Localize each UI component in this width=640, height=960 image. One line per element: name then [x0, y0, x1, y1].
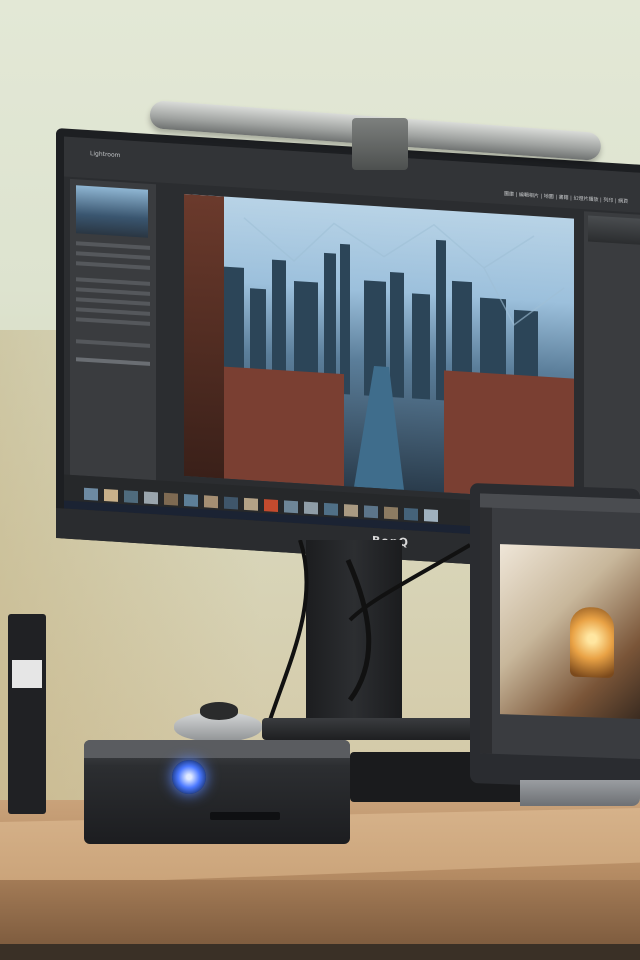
laptop-screen [480, 493, 640, 759]
filmstrip-thumb[interactable] [324, 502, 338, 516]
filmstrip-thumb[interactable] [384, 506, 398, 520]
photoshop-canvas [500, 544, 640, 719]
filmstrip-thumb[interactable] [244, 497, 258, 511]
laptop [470, 483, 640, 789]
monitor-stand-base [262, 718, 502, 740]
filmstrip-thumb[interactable] [104, 489, 118, 502]
filmstrip-thumb[interactable] [184, 494, 198, 507]
filmstrip-thumb[interactable] [284, 500, 298, 514]
panel-row[interactable] [76, 261, 150, 270]
panel-row[interactable] [76, 251, 150, 260]
drive-top-surface [84, 740, 350, 758]
monitor-screen: Lightroom 圖庫 | 編輯相片 | 地圖 | 書籍 | 幻燈片播放 | … [64, 136, 640, 546]
panel-row[interactable] [76, 307, 150, 316]
filmstrip-thumb[interactable] [84, 487, 98, 501]
panel-row[interactable] [76, 317, 150, 326]
panel-row[interactable] [76, 287, 150, 296]
filmstrip-thumb[interactable] [204, 495, 218, 509]
filmstrip-thumb[interactable] [304, 501, 318, 515]
gadget-label-sticker [12, 660, 42, 688]
panel-row[interactable] [76, 277, 150, 286]
filmstrip-thumb[interactable] [164, 492, 178, 506]
histogram [588, 215, 640, 245]
laptop-base [520, 780, 640, 806]
edited-city-photo [184, 194, 574, 501]
filmstrip-thumb[interactable] [144, 491, 158, 505]
panel-row[interactable] [76, 339, 150, 348]
navigator-thumbnail [76, 185, 148, 238]
canvas-lamp-photo [570, 606, 614, 679]
lightroom-right-panel[interactable] [584, 211, 640, 512]
lightroom-title: Lightroom [90, 150, 121, 160]
usb-hub-stand [8, 614, 46, 814]
filmstrip-thumb[interactable] [124, 490, 138, 504]
under-desk [0, 944, 640, 960]
filmstrip-thumb[interactable] [344, 504, 358, 518]
lightroom-module-menu[interactable]: 圖庫 | 編輯相片 | 地圖 | 書籍 | 幻燈片播放 | 列印 | 網頁 [504, 190, 628, 205]
filmstrip-thumb[interactable] [224, 496, 238, 510]
filmstrip-thumb[interactable] [404, 507, 418, 521]
photoshop-menubar[interactable] [480, 493, 640, 513]
photoshop-toolbar[interactable] [480, 507, 492, 754]
lightroom-left-panel[interactable] [70, 178, 156, 481]
filmstrip-thumb[interactable] [424, 509, 438, 523]
panel-row[interactable] [76, 241, 150, 250]
filmstrip-thumb[interactable] [364, 505, 378, 519]
puck-controller-knob [200, 702, 238, 720]
filmstrip-thumb[interactable] [264, 499, 278, 512]
panel-row-selected[interactable] [76, 357, 150, 366]
panel-row[interactable] [76, 297, 150, 306]
drive-card-slot [210, 812, 280, 820]
city-skyline [224, 217, 574, 501]
light-bar-clamp [352, 118, 408, 170]
desk-edge [0, 880, 640, 950]
drive-led-indicator [172, 760, 206, 794]
